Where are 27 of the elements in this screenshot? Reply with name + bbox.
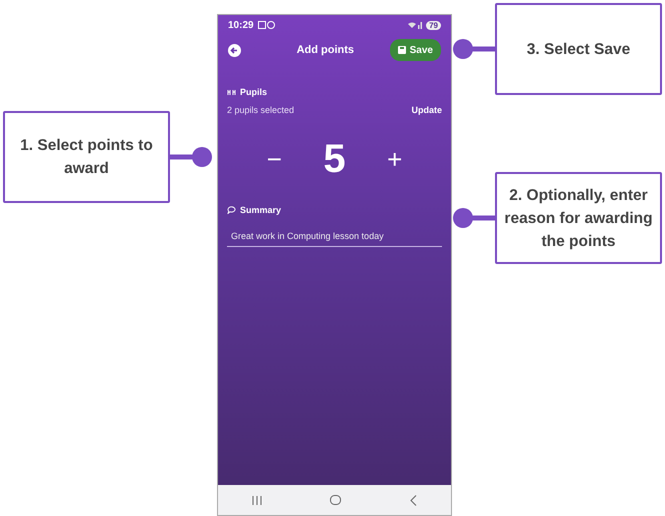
callout-box: 1. Select points to award <box>3 111 170 203</box>
callout-box: 2. Optionally, enter reason for awarding the points <box>495 172 662 264</box>
pupils-label: Pupils <box>240 87 268 97</box>
notification-icons <box>258 21 276 29</box>
callout-box: 3. Select Save <box>495 3 662 95</box>
save-icon <box>398 46 406 54</box>
back-icon[interactable] <box>228 44 241 56</box>
speech-bubble-icon <box>227 206 236 214</box>
status-time: 10:29 <box>228 20 254 30</box>
summary-field[interactable]: Great work in Computing lesson today <box>227 227 442 247</box>
increase-button[interactable]: + <box>387 144 402 174</box>
save-button[interactable]: Save <box>390 39 441 61</box>
summary-label: Summary <box>240 205 282 215</box>
points-value: 5 <box>323 136 346 182</box>
screen-title: Add points <box>296 44 354 56</box>
home-icon[interactable] <box>330 495 342 505</box>
back-nav-icon[interactable] <box>410 494 417 506</box>
pupils-selected-text: 2 pupils selected <box>227 105 294 115</box>
pupils-icon <box>227 88 236 96</box>
leader-line <box>452 38 495 60</box>
signal-icon <box>408 21 422 29</box>
decrease-button[interactable]: − <box>266 144 282 174</box>
recent-apps-icon[interactable] <box>252 496 262 504</box>
battery-level: 79 <box>426 20 441 30</box>
leader-line <box>170 146 213 168</box>
update-link[interactable]: Update <box>411 105 442 115</box>
leader-line <box>452 207 495 229</box>
